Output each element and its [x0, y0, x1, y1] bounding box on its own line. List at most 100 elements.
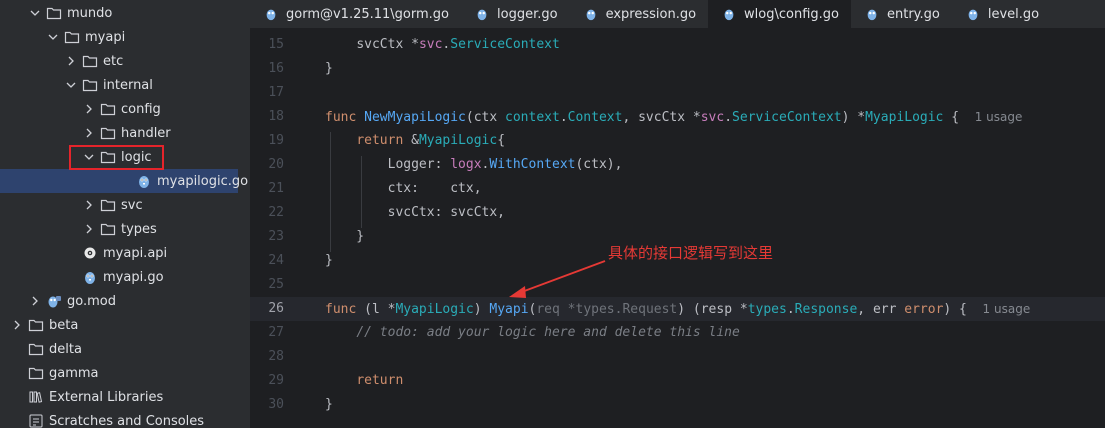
tree-item[interactable]: svc: [0, 193, 238, 217]
editor-tab[interactable]: entry.go: [851, 0, 952, 28]
indent-guide: [361, 156, 362, 228]
code-token: , svcCtx: [622, 110, 693, 125]
chevron-down-icon[interactable]: [46, 30, 60, 44]
chevron-right-icon[interactable]: [82, 102, 96, 116]
code-line[interactable]: }: [325, 249, 333, 273]
code-line[interactable]: }: [325, 393, 333, 417]
tree-item[interactable]: logic: [0, 145, 238, 169]
tree-item-label: config: [121, 101, 161, 117]
chevron-right-icon[interactable]: [28, 294, 42, 308]
code-editor[interactable]: 15 16 17 18 19 20 21 22 23 24 25 26 27 28 29 30 svcCtx …: [250, 28, 1105, 428]
line-number: 21: [268, 181, 284, 196]
editor-tab-label: logger.go: [497, 6, 558, 22]
tree-item-label: myapilogic.go: [157, 173, 249, 189]
editor-tab-bar: gorm@v1.25.11\gorm.go logger.go expression…: [250, 0, 1105, 29]
editor-tab[interactable]: logger.go: [461, 0, 570, 28]
code-token: context: [505, 110, 560, 125]
code-line[interactable]: return &MyapiLogic{: [325, 129, 505, 153]
line-number-gutter: 15 16 17 18 19 20 21 22 23 24 25 26 27 28 29 30: [250, 28, 310, 428]
chevron-down-icon[interactable]: [64, 78, 78, 92]
editor-tab[interactable]: gorm@v1.25.11\gorm.go: [250, 0, 461, 28]
code-token: (ctx),: [575, 157, 623, 172]
tree-item[interactable]: handler: [0, 121, 238, 145]
code-token: svc: [418, 37, 443, 52]
chevron-right-icon[interactable]: [10, 318, 24, 332]
tree-item[interactable]: myapilogic.go: [0, 169, 248, 193]
tree-item-label: myapi: [85, 29, 126, 45]
code-token: WithContext: [489, 157, 576, 172]
code-line[interactable]: func NewMyapiLogic(ctx context.Context, …: [325, 105, 1022, 129]
code-token: ServiceContext: [450, 37, 560, 52]
code-line[interactable]: svcCtx: svcCtx,: [325, 201, 505, 225]
go-file-icon: [724, 9, 734, 21]
code-line[interactable]: // todo: add your logic here and delete …: [325, 321, 740, 345]
code-token: *: [411, 37, 419, 52]
line-number: 22: [268, 205, 284, 220]
line-number: 18: [268, 109, 284, 124]
line-number: 24: [268, 253, 284, 268]
go-file-icon: [266, 9, 276, 21]
code-token: {: [943, 110, 975, 125]
chevron-down-icon[interactable]: [82, 150, 96, 164]
code-line[interactable]: svcCtx *svc.ServiceContext: [325, 33, 560, 57]
code-token: Response: [794, 302, 858, 317]
tree-item[interactable]: myapi.go: [0, 265, 238, 289]
usage-hint[interactable]: 1 usage: [975, 110, 1023, 124]
editor-tab-label: level.go: [987, 6, 1040, 22]
editor-tab[interactable]: wlog\config.go: [708, 0, 851, 28]
code-token: ServiceContext: [732, 110, 842, 125]
usage-hint[interactable]: 1 usage: [983, 302, 1031, 316]
chevron-right-icon[interactable]: [82, 222, 96, 236]
folder-icon: [28, 318, 49, 332]
tree-item[interactable]: mundo: [0, 1, 238, 25]
code-token: types: [747, 302, 787, 317]
library-icon: [28, 389, 49, 405]
code-line[interactable]: return: [325, 369, 403, 393]
tree-item-label: External Libraries: [49, 389, 164, 405]
code-token: (l: [364, 302, 388, 317]
tree-item[interactable]: myapi.api: [0, 241, 238, 265]
code-token: func: [325, 302, 365, 317]
editor-tab[interactable]: level.go: [952, 0, 1051, 28]
code-line[interactable]: func (l *MyapiLogic) Myapi(req *types.Re…: [325, 297, 1030, 321]
chevron-down-icon[interactable]: [28, 6, 42, 20]
tree-item[interactable]: go.mod: [0, 289, 238, 313]
code-line[interactable]: Logger: logx.WithContext(ctx),: [325, 153, 623, 177]
code-token: , err: [857, 302, 905, 317]
tree-item[interactable]: myapi: [0, 25, 238, 49]
chevron-right-icon[interactable]: [82, 126, 96, 140]
tree-item-label: logic: [121, 149, 152, 165]
tree-item-label: mundo: [67, 5, 113, 21]
code-token: MyapiLogic: [395, 302, 474, 317]
tree-item[interactable]: External Libraries: [0, 385, 238, 409]
tree-item[interactable]: etc: [0, 49, 238, 73]
tree-item[interactable]: config: [0, 97, 238, 121]
project-tree: mundo myapi etc internal config handler logic m…: [0, 0, 250, 428]
code-token: }: [325, 397, 333, 412]
code-line[interactable]: ctx: ctx,: [325, 177, 482, 201]
tree-item[interactable]: delta: [0, 337, 238, 361]
tree-item[interactable]: beta: [0, 313, 238, 337]
folder-icon: [28, 366, 49, 380]
code-line[interactable]: }: [325, 57, 333, 81]
chevron-right-icon[interactable]: [64, 54, 78, 68]
code-token: Context: [567, 110, 623, 125]
tree-item-label: Scratches and Consoles: [49, 413, 205, 428]
folder-icon: [64, 30, 85, 44]
chevron-right-icon[interactable]: [82, 198, 96, 212]
code-token: logx: [450, 157, 482, 172]
code-token: }: [325, 61, 333, 76]
editor-tab[interactable]: expression.go: [570, 0, 708, 28]
tree-item[interactable]: internal: [0, 73, 238, 97]
tree-item[interactable]: gamma: [0, 361, 238, 385]
line-number: 25: [268, 277, 284, 292]
tree-item[interactable]: Scratches and Consoles: [0, 409, 238, 428]
line-number: 19: [268, 133, 284, 148]
go-file-icon: [968, 9, 978, 21]
code-token: Logger:: [325, 157, 451, 172]
code-token: *: [739, 302, 748, 317]
tree-item[interactable]: types: [0, 217, 238, 241]
